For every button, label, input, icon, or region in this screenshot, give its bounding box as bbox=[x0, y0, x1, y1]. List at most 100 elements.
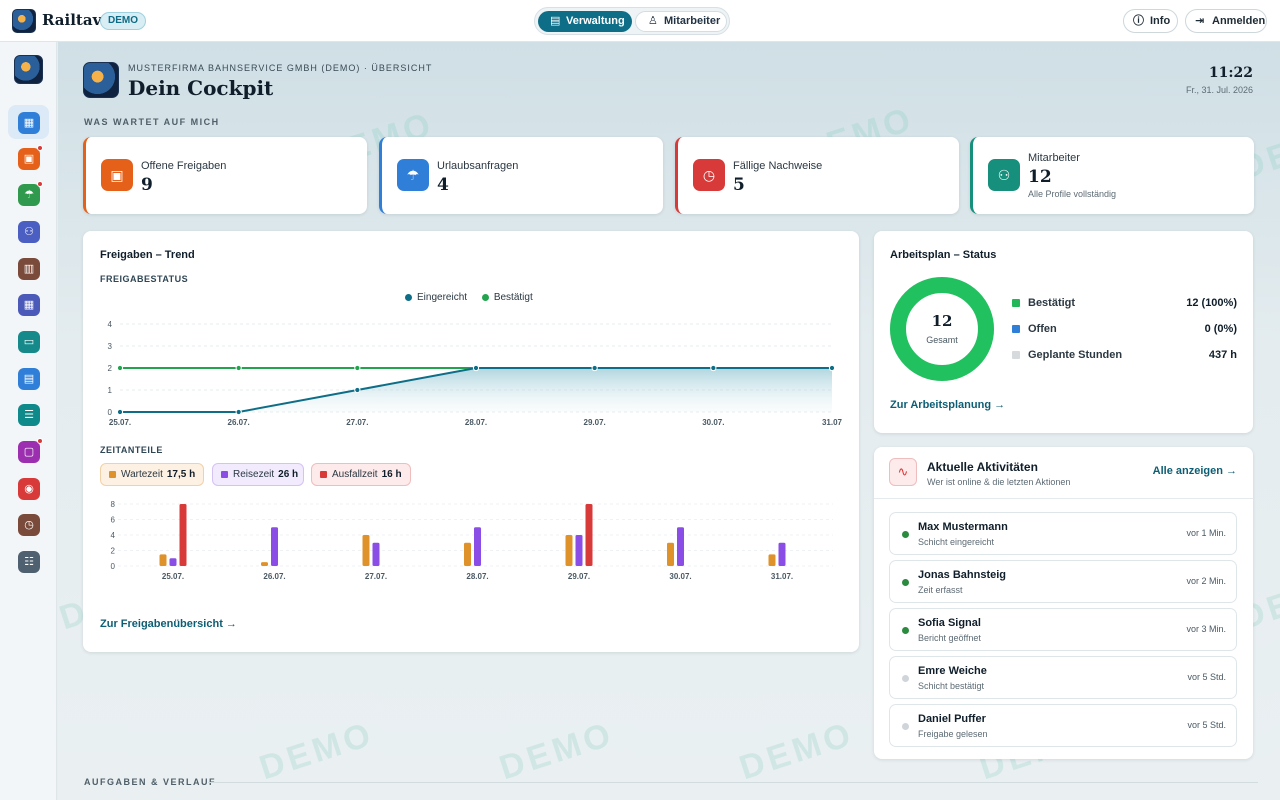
x-tick-label: 30.07. bbox=[669, 572, 691, 581]
sidebar-item-dashboard[interactable]: ▦ bbox=[18, 112, 40, 134]
umbrella-icon: ☂ bbox=[24, 189, 34, 201]
demo-watermark: DEMO bbox=[734, 714, 859, 788]
link-workplan[interactable]: Zur Arbeitsplanung → bbox=[890, 399, 1005, 411]
data-point-eingereicht bbox=[354, 386, 361, 394]
activity-time: vor 1 Min. bbox=[1186, 528, 1226, 538]
legend-swatch bbox=[1012, 325, 1020, 333]
kpi-card-employees[interactable]: ⚇ Mitarbeiter 12 Alle Profile vollständi… bbox=[970, 137, 1254, 214]
x-tick-label: 30.07. bbox=[702, 418, 724, 427]
sidebar-item-history[interactable]: ◷ bbox=[18, 514, 40, 536]
bar-wartezeit bbox=[362, 535, 370, 566]
legend-dot-eingereicht bbox=[405, 293, 412, 301]
activity-name: Max Mustermann bbox=[918, 521, 1008, 533]
activity-desc: Freigabe gelesen bbox=[918, 729, 988, 739]
status-row-confirmed: Bestätigt bbox=[1012, 297, 1075, 309]
sliders-icon: ☷ bbox=[24, 556, 34, 568]
arrow-right-icon: → bbox=[994, 399, 1006, 411]
section-label-waiting: WAS WARTET AUF MICH bbox=[84, 117, 220, 127]
link-all-activities[interactable]: Alle anzeigen → bbox=[1153, 465, 1237, 477]
sidebar-item-checklist[interactable]: ☰ bbox=[18, 404, 40, 426]
kpi-card-proofs[interactable]: ◷ Fällige Nachweise 5 bbox=[675, 137, 959, 214]
activity-desc: Bericht geöffnet bbox=[918, 633, 981, 643]
data-point-eingereicht bbox=[591, 364, 598, 372]
activity-item[interactable]: Sofia Signal Bericht geöffnet vor 3 Min. bbox=[889, 608, 1237, 651]
activity-desc: Schicht eingereicht bbox=[918, 537, 995, 547]
notification-dot bbox=[37, 181, 43, 187]
info-label: Info bbox=[1150, 15, 1171, 27]
x-tick-label: 29.07. bbox=[584, 418, 606, 427]
sidebar-item-approvals[interactable]: ▣ bbox=[18, 145, 43, 170]
current-time: 11:22 bbox=[1208, 65, 1253, 81]
demo-badge: DEMO bbox=[100, 12, 146, 30]
calendar-icon: ▦ bbox=[23, 299, 35, 311]
building-icon: ▤ bbox=[550, 15, 561, 27]
data-point-eingereicht bbox=[828, 364, 836, 372]
kpi-label: Offene Freigaben bbox=[141, 160, 227, 172]
x-tick-label: 29.07. bbox=[568, 572, 590, 581]
chip-ausfallzeit: Ausfallzeit 16 h bbox=[311, 463, 411, 486]
legend-swatch bbox=[1012, 299, 1020, 307]
checklist-icon: ☰ bbox=[24, 409, 34, 421]
y-tick-label: 0 bbox=[111, 562, 116, 571]
bar-ausfallzeit bbox=[179, 504, 187, 566]
bar-chart-icon: ▥ bbox=[23, 263, 35, 275]
link-label: Zur Arbeitsplanung bbox=[890, 399, 992, 411]
section-label-tasks: AUFGABEN & VERLAUF bbox=[84, 777, 216, 787]
status-dot-offline bbox=[902, 723, 909, 730]
app-logo[interactable] bbox=[12, 9, 36, 33]
activity-name: Jonas Bahnsteig bbox=[918, 569, 1007, 581]
x-tick-label: 31.07 bbox=[822, 418, 843, 427]
activity-name: Sofia Signal bbox=[918, 617, 981, 629]
segment-mitarbeiter[interactable]: ♙ Mitarbeiter bbox=[635, 11, 727, 32]
sidebar-item-employees[interactable]: ⚇ bbox=[18, 221, 40, 243]
card-title: Freigaben – Trend bbox=[100, 249, 195, 261]
status-row-open: Offen bbox=[1012, 323, 1057, 335]
broadcast-icon: ◉ bbox=[24, 483, 34, 495]
users-icon: ⚇ bbox=[24, 226, 34, 238]
sidebar-item-reports[interactable]: ▥ bbox=[18, 258, 40, 280]
login-button[interactable]: ⇥ Anmelden bbox=[1185, 9, 1267, 33]
y-tick-label: 4 bbox=[111, 531, 116, 540]
activity-time: vor 5 Std. bbox=[1187, 720, 1226, 730]
y-tick-label: 2 bbox=[111, 547, 116, 556]
sidebar-item-documents[interactable]: ▤ bbox=[18, 368, 40, 390]
top-bar: Railtavo DEMO ▤ Verwaltung ♙ Mitarbeiter… bbox=[0, 0, 1280, 42]
legend-label: Eingereicht bbox=[417, 292, 468, 303]
sidebar-item-calendar[interactable]: ▦ bbox=[18, 294, 40, 316]
activity-item[interactable]: Jonas Bahnsteig Zeit erfasst vor 2 Min. bbox=[889, 560, 1237, 603]
status-dot-online bbox=[902, 627, 909, 634]
umbrella-icon: ☂ bbox=[397, 159, 429, 191]
segment-verwaltung[interactable]: ▤ Verwaltung bbox=[538, 11, 632, 32]
sidebar-item-settings[interactable]: ☷ bbox=[18, 551, 40, 573]
sidebar-item-messages[interactable]: ▢ bbox=[18, 438, 43, 463]
link-approvals-overview[interactable]: Zur Freigabenübersicht → bbox=[100, 618, 237, 630]
info-button[interactable]: ⓘ Info bbox=[1123, 9, 1178, 33]
arrow-right-icon: → bbox=[225, 618, 237, 630]
kpi-card-vacation[interactable]: ☂ Urlaubsanfragen 4 bbox=[379, 137, 663, 214]
status-dot-offline bbox=[902, 675, 909, 682]
sidebar: ▦ ▣ ☂ ⚇ ▥ ▦ ▭ ▤ ☰ ▢ ◉ ◷ ☷ bbox=[0, 42, 57, 800]
kpi-label: Urlaubsanfragen bbox=[437, 160, 519, 172]
kpi-card-approvals[interactable]: ▣ Offene Freigaben 9 bbox=[83, 137, 367, 214]
kpi-label: Mitarbeiter bbox=[1028, 152, 1080, 164]
chip-label: Ausfallzeit bbox=[332, 469, 378, 480]
sidebar-logo[interactable] bbox=[14, 55, 43, 84]
bar-wartezeit bbox=[159, 554, 167, 566]
activity-item[interactable]: Emre Weiche Schicht bestätigt vor 5 Std. bbox=[889, 656, 1237, 699]
folder-icon: ▭ bbox=[23, 336, 35, 348]
x-tick-label: 28.07. bbox=[465, 418, 487, 427]
data-point-eingereicht bbox=[710, 364, 717, 372]
sidebar-item-vacation[interactable]: ☂ bbox=[18, 181, 43, 206]
trend-card: Freigaben – Trend FREIGABESTATUS Eingere… bbox=[83, 231, 859, 652]
sidebar-item-folders[interactable]: ▭ bbox=[18, 331, 40, 353]
bar-wartezeit bbox=[261, 562, 268, 566]
sidebar-item-signal[interactable]: ◉ bbox=[18, 478, 40, 500]
activity-item[interactable]: Max Mustermann Schicht eingereicht vor 1… bbox=[889, 512, 1237, 555]
activity-name: Daniel Puffer bbox=[918, 713, 986, 725]
bar-reisezeit bbox=[169, 558, 177, 566]
demo-watermark: DEMO bbox=[254, 714, 379, 788]
user-icon: ♙ bbox=[648, 15, 658, 27]
activity-item[interactable]: Daniel Puffer Freigabe gelesen vor 5 Std… bbox=[889, 704, 1237, 747]
help-circle-icon: ⓘ bbox=[1133, 15, 1144, 27]
kpi-value: 12 bbox=[1028, 167, 1052, 187]
